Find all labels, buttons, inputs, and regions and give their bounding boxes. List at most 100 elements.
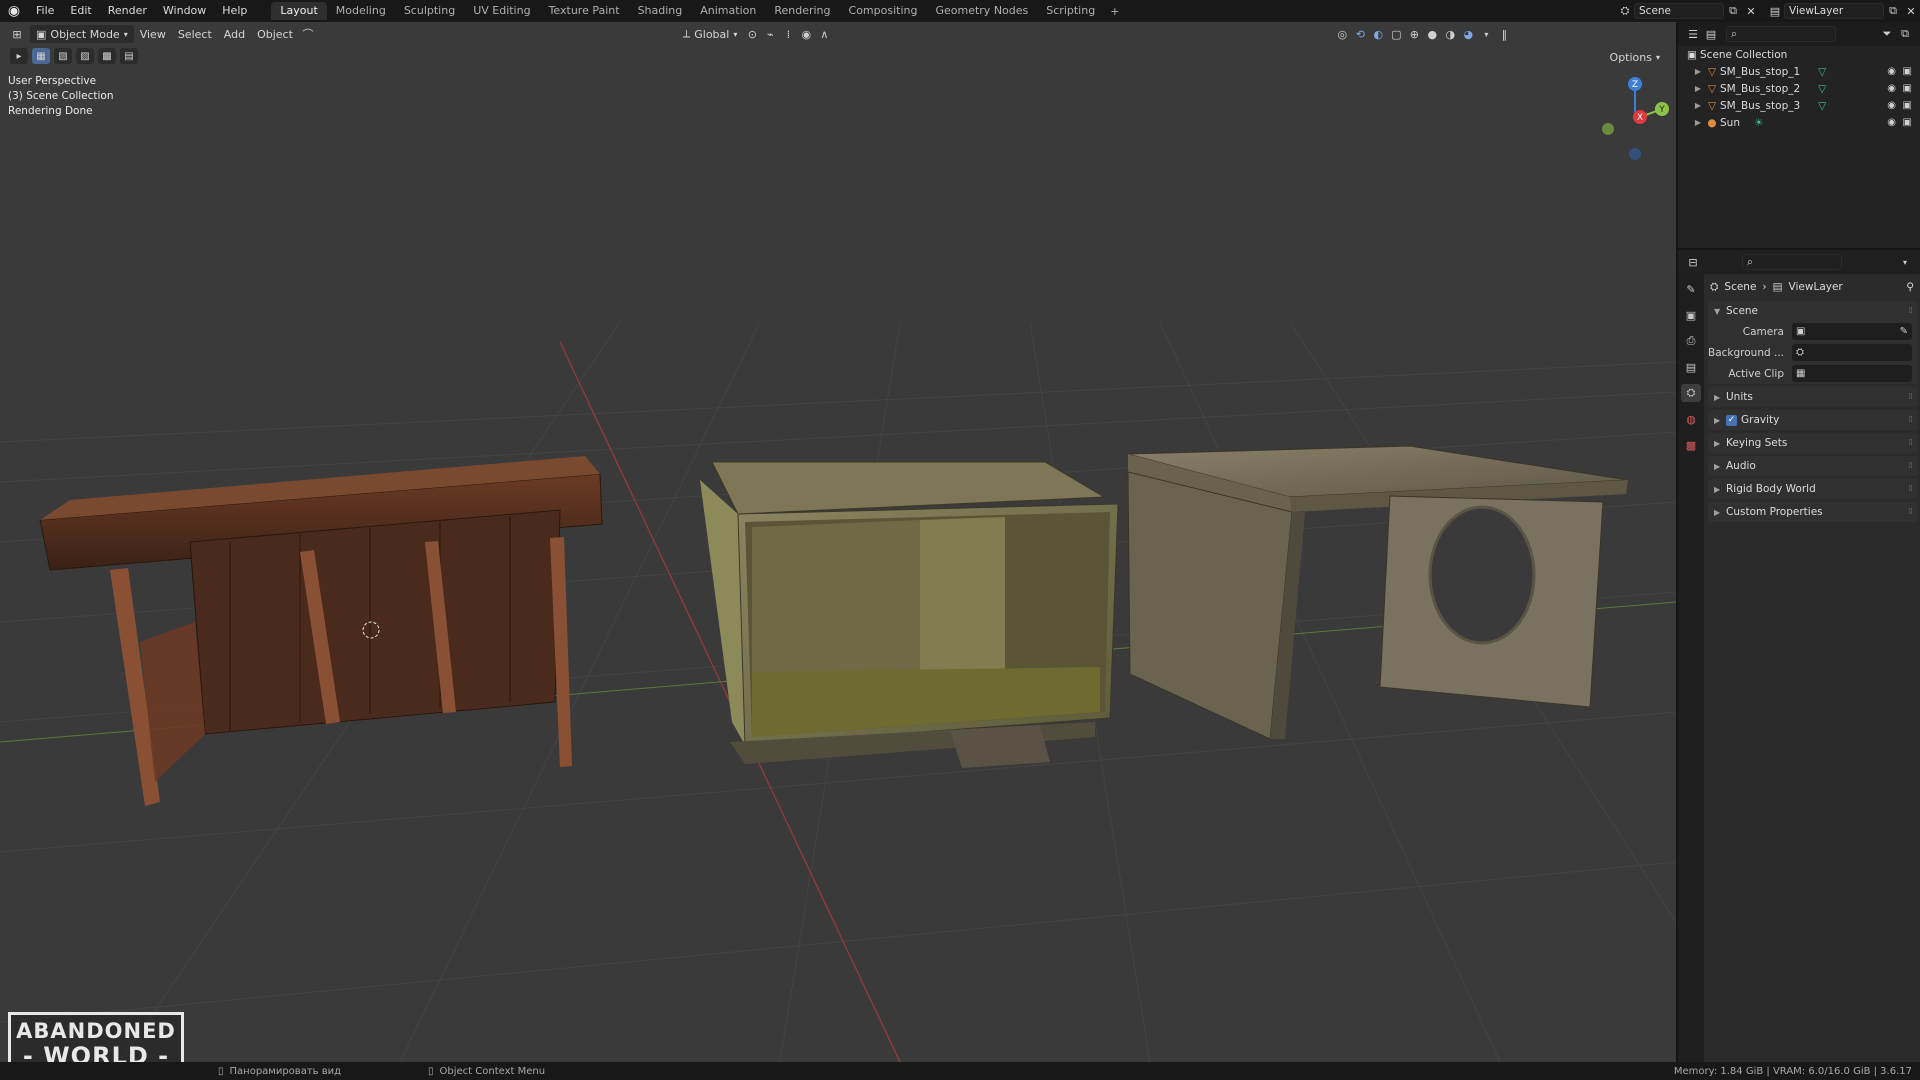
xray-icon[interactable]: ▢ <box>1387 25 1405 43</box>
outliner-row-bus-stop-1[interactable]: ▶ ▽ SM_Bus_stop_1 ▽ ◉ ▣ <box>1678 63 1920 80</box>
tab-shading[interactable]: Shading <box>629 2 692 20</box>
mesh-data-icon[interactable]: ▽ <box>1818 66 1826 78</box>
outliner-root-row[interactable]: ▣ Scene Collection <box>1678 46 1920 63</box>
tab-compositing[interactable]: Compositing <box>840 2 927 20</box>
output-tab-icon[interactable]: ⎙ <box>1681 332 1701 350</box>
select-tool-icon[interactable]: ▸ <box>10 48 28 64</box>
solid-shading-icon[interactable]: ● <box>1423 25 1441 43</box>
gravity-panel-header[interactable]: ▶ ✓ Gravity ⁞⁞ <box>1708 410 1918 430</box>
drag-handle-icon[interactable]: ⁞⁞ <box>1908 484 1913 494</box>
world-tab-icon[interactable]: ◍ <box>1681 410 1701 428</box>
rigid-body-world-panel-header[interactable]: ▶ Rigid Body World ⁞⁞ <box>1708 479 1918 499</box>
add-workspace-button[interactable]: + <box>1104 5 1125 18</box>
new-scene-icon[interactable]: ⧉ <box>1724 2 1742 20</box>
drag-handle-icon[interactable]: ⁞⁞ <box>1908 461 1913 471</box>
tab-uv-editing[interactable]: UV Editing <box>464 2 539 20</box>
units-panel[interactable]: ▶ Units ⁞⁞ <box>1708 387 1918 407</box>
delete-scene-icon[interactable]: ✕ <box>1742 2 1760 20</box>
tab-layout[interactable]: Layout <box>271 2 327 20</box>
drag-handle-icon[interactable]: ⁞⁞ <box>1908 438 1913 448</box>
gpencil-icon[interactable]: ⌒ <box>299 25 317 43</box>
mode-dropdown[interactable]: ▣ Object Mode ▾ <box>30 25 134 43</box>
expand-arrow-icon[interactable]: ▶ <box>1692 67 1704 76</box>
outliner-editor-icon[interactable]: ☰ <box>1684 25 1702 43</box>
new-view-layer-icon[interactable]: ⧉ <box>1884 2 1902 20</box>
tab-geometry-nodes[interactable]: Geometry Nodes <box>926 2 1037 20</box>
custom-properties-panel-header[interactable]: ▶ Custom Properties ⁞⁞ <box>1708 502 1918 522</box>
gravity-panel[interactable]: ▶ ✓ Gravity ⁞⁞ <box>1708 410 1918 430</box>
select-intersect-icon[interactable]: ▤ <box>120 48 138 64</box>
render-camera-icon[interactable]: ▣ <box>1903 66 1912 77</box>
drag-handle-icon[interactable]: ⁞⁞ <box>1908 415 1913 425</box>
keying-sets-panel-header[interactable]: ▶ Keying Sets ⁞⁞ <box>1708 433 1918 453</box>
tab-scripting[interactable]: Scripting <box>1037 2 1104 20</box>
scene-field[interactable]: Scene <box>1634 3 1724 19</box>
view-layer-icon[interactable]: ▤ <box>1766 2 1784 20</box>
eye-icon[interactable]: ◉ <box>1887 100 1896 111</box>
properties-editor-icon[interactable]: ⊟ <box>1684 253 1702 271</box>
rendered-shading-icon[interactable]: ◕ <box>1459 25 1477 43</box>
eyedropper-icon[interactable]: ✎ <box>1900 326 1908 337</box>
rigid-body-world-panel[interactable]: ▶ Rigid Body World ⁞⁞ <box>1708 479 1918 499</box>
menu-select[interactable]: Select <box>172 25 218 43</box>
falloff-icon[interactable]: ∧ <box>815 25 833 43</box>
gizmo-toggle-icon[interactable]: ⟲ <box>1351 25 1369 43</box>
shading-options-icon[interactable]: ▾ <box>1477 25 1495 43</box>
select-invert-icon[interactable]: ▩ <box>98 48 116 64</box>
view-layer-field[interactable]: ViewLayer <box>1784 3 1884 19</box>
menu-window[interactable]: Window <box>155 0 214 22</box>
blender-logo-icon[interactable]: ◉ <box>0 0 28 22</box>
visibility-icon[interactable]: ◎ <box>1333 25 1351 43</box>
active-clip-field[interactable]: ▦ <box>1792 365 1912 382</box>
units-panel-header[interactable]: ▶ Units ⁞⁞ <box>1708 387 1918 407</box>
proportional-edit-icon[interactable]: ◉ <box>797 25 815 43</box>
select-new-icon[interactable]: ▦ <box>32 48 50 64</box>
bus-stop-2-model[interactable] <box>700 461 1119 768</box>
tool-tab-icon[interactable]: ✎ <box>1681 280 1701 298</box>
outliner-search-input[interactable]: ⌕ <box>1726 26 1836 42</box>
eye-icon[interactable]: ◉ <box>1887 66 1896 77</box>
mesh-data-icon[interactable]: ▽ <box>1818 100 1826 112</box>
menu-object[interactable]: Object <box>251 25 299 43</box>
3d-viewport[interactable]: ⊞ ▣ Object Mode ▾ View Select Add Object… <box>0 22 1676 1062</box>
delete-view-layer-icon[interactable]: ✕ <box>1902 2 1920 20</box>
editor-type-icon[interactable]: ⊞ <box>8 25 26 43</box>
snap-icon[interactable]: ⌁ <box>761 25 779 43</box>
audio-panel[interactable]: ▶ Audio ⁞⁞ <box>1708 456 1918 476</box>
tab-animation[interactable]: Animation <box>691 2 765 20</box>
menu-help[interactable]: Help <box>214 0 255 22</box>
options-dropdown[interactable]: Options ▾ <box>1604 48 1666 66</box>
snap-target-icon[interactable]: ⁞ <box>779 25 797 43</box>
menu-view[interactable]: View <box>134 25 172 43</box>
expand-arrow-icon[interactable]: ▶ <box>1692 118 1704 127</box>
mesh-data-icon[interactable]: ▽ <box>1818 83 1826 95</box>
scene-icon[interactable]: ⛭ <box>1616 2 1634 20</box>
render-camera-icon[interactable]: ▣ <box>1903 117 1912 128</box>
drag-handle-icon[interactable]: ⁞⁞ <box>1908 507 1913 517</box>
render-tab-icon[interactable]: ▣ <box>1681 306 1701 324</box>
render-camera-icon[interactable]: ▣ <box>1903 100 1912 111</box>
new-collection-icon[interactable]: ⧉ <box>1896 25 1914 43</box>
texture-tab-icon[interactable]: ▩ <box>1681 436 1701 454</box>
pin-icon[interactable]: ⚲ <box>1906 281 1914 293</box>
drag-handle-icon[interactable]: ⁞⁞ <box>1908 306 1913 316</box>
properties-search-input[interactable]: ⌕ <box>1742 254 1842 270</box>
material-shading-icon[interactable]: ◑ <box>1441 25 1459 43</box>
transform-orientation-dropdown[interactable]: ⟂ Global ▾ <box>677 25 743 43</box>
scene-tab-icon[interactable]: ⛭ <box>1681 384 1701 402</box>
expand-arrow-icon[interactable]: ▶ <box>1692 84 1704 93</box>
menu-edit[interactable]: Edit <box>62 0 99 22</box>
audio-panel-header[interactable]: ▶ Audio ⁞⁞ <box>1708 456 1918 476</box>
tab-rendering[interactable]: Rendering <box>765 2 839 20</box>
scene-panel-header[interactable]: ▼ Scene ⁞⁞ <box>1708 301 1918 321</box>
drag-handle-icon[interactable]: ⁞⁞ <box>1908 392 1913 402</box>
chevron-down-icon[interactable]: ▾ <box>1896 253 1914 271</box>
pivot-icon[interactable]: ⊙ <box>743 25 761 43</box>
tab-texture-paint[interactable]: Texture Paint <box>540 2 629 20</box>
outliner-row-bus-stop-2[interactable]: ▶ ▽ SM_Bus_stop_2 ▽ ◉ ▣ <box>1678 80 1920 97</box>
eye-icon[interactable]: ◉ <box>1887 117 1896 128</box>
wireframe-shading-icon[interactable]: ⊕ <box>1405 25 1423 43</box>
render-camera-icon[interactable]: ▣ <box>1903 83 1912 94</box>
custom-properties-panel[interactable]: ▶ Custom Properties ⁞⁞ <box>1708 502 1918 522</box>
gravity-checkbox[interactable]: ✓ <box>1726 414 1737 426</box>
